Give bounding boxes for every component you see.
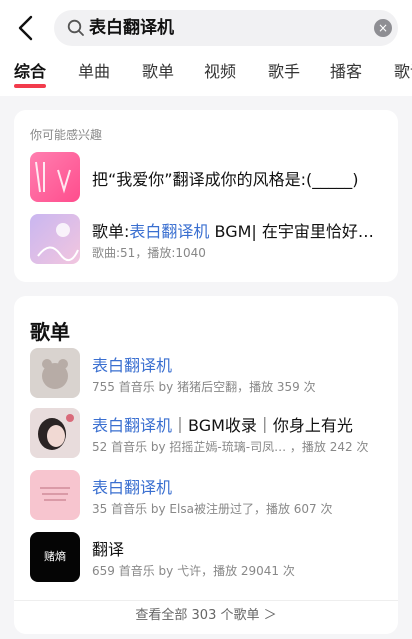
search-icon — [67, 19, 84, 36]
suggestion-title: 把“我爱你”翻译成你的风格是:(_____) — [92, 170, 359, 189]
tab-all[interactable]: 综合 — [14, 61, 46, 83]
search-box[interactable]: 表白翻译机 × — [54, 10, 398, 46]
suggestion-cover — [30, 214, 80, 264]
playlist-title: 表白翻译机 — [92, 478, 173, 497]
playlist-row[interactable]: 赌熵 翻译 659 首音乐 by 弋许，播放 29041 次 — [30, 532, 390, 584]
clear-icon[interactable]: × — [374, 19, 392, 37]
playlist-title: 表白翻译机 — [92, 356, 173, 375]
playlist-section: 歌单 表白翻译机 755 首音乐 by 猪猪后空翻，播放 359 次 表白翻译机… — [14, 296, 398, 634]
suggestion-item[interactable]: 歌单:表白翻译机 BGM| 在宇宙里恰好… 歌曲:51，播放:1040 — [30, 214, 390, 266]
tab-podcasts[interactable]: 播客 — [330, 61, 362, 83]
back-arrow-icon[interactable] — [14, 14, 38, 42]
section-title: 歌单 — [30, 320, 70, 344]
playlist-cover-text: 赌熵 — [44, 550, 66, 563]
playlist-meta: 35 首音乐 by Elsa被注册过了，播放 607 次 — [92, 502, 333, 516]
suggestion-cover — [30, 152, 80, 202]
active-tab-indicator — [14, 84, 46, 88]
divider — [14, 600, 398, 601]
tab-songs[interactable]: 单曲 — [78, 61, 110, 83]
playlist-row[interactable]: 表白翻译机 35 首音乐 by Elsa被注册过了，播放 607 次 — [30, 470, 390, 522]
playlist-meta: 52 首音乐 by 招摇芷嫣-琉璃-司凤… ，播放 242 次 — [92, 440, 369, 454]
tab-lyrics[interactable]: 歌词 — [394, 61, 412, 83]
suggestion-heading: 你可能感兴趣 — [30, 128, 103, 142]
tab-artists[interactable]: 歌手 — [268, 61, 300, 83]
suggestion-card: 你可能感兴趣 把“我爱你”翻译成你的风格是:(_____) 歌单:表白翻译机 B… — [14, 110, 398, 282]
playlist-cover — [30, 348, 80, 398]
playlist-cover — [30, 470, 80, 520]
suggestion-item[interactable]: 把“我爱你”翻译成你的风格是:(_____) — [30, 152, 390, 204]
playlist-meta: 659 首音乐 by 弋许，播放 29041 次 — [92, 564, 295, 578]
playlist-row[interactable]: 表白翻译机 755 首音乐 by 猪猪后空翻，播放 359 次 — [30, 348, 390, 400]
playlist-title: 表白翻译机｜BGM收录｜你身上有光 — [92, 416, 353, 435]
top-bar: 表白翻译机 × — [0, 0, 412, 56]
view-all-playlists-link[interactable]: 查看全部 303 个歌单 ＞ — [14, 606, 398, 626]
playlist-row[interactable]: 表白翻译机｜BGM收录｜你身上有光 52 首音乐 by 招摇芷嫣-琉璃-司凤… … — [30, 408, 390, 460]
tab-bar: 综合 单曲 歌单 视频 歌手 播客 歌词 — [0, 56, 412, 96]
tab-playlists[interactable]: 歌单 — [142, 61, 174, 83]
playlist-cover — [30, 408, 80, 458]
tab-videos[interactable]: 视频 — [204, 61, 236, 83]
playlist-title: 翻译 — [92, 540, 125, 559]
suggestion-subtitle: 歌曲:51，播放:1040 — [92, 246, 206, 260]
search-input[interactable]: 表白翻译机 — [89, 17, 174, 39]
playlist-cover: 赌熵 — [30, 532, 80, 582]
playlist-meta: 755 首音乐 by 猪猪后空翻，播放 359 次 — [92, 380, 316, 394]
suggestion-title: 歌单:表白翻译机 BGM| 在宇宙里恰好… — [92, 222, 374, 241]
